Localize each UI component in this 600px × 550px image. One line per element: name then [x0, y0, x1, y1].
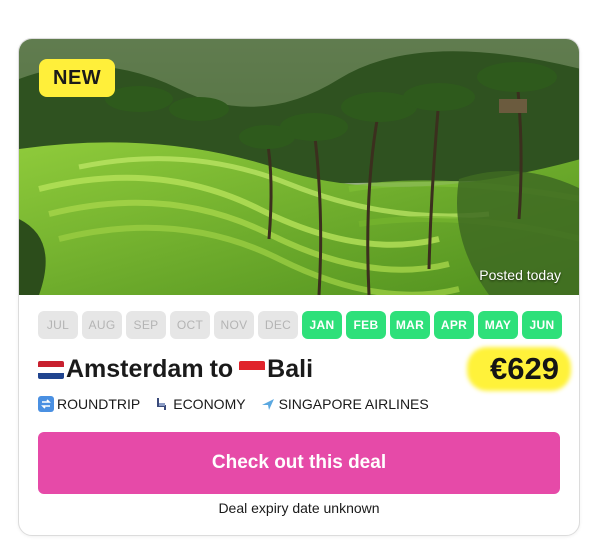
month-chip: NOV: [214, 311, 254, 339]
netherlands-flag-icon: [38, 360, 64, 379]
month-chip-active: JUN: [522, 311, 562, 339]
cabin-class: ECONOMY: [173, 396, 246, 412]
deal-expiry: Deal expiry date unknown: [218, 500, 380, 516]
month-availability: JUL AUG SEP OCT NOV DEC JAN FEB MAR APR …: [38, 311, 562, 339]
new-badge: NEW: [39, 59, 116, 97]
destination-photo: NEW Posted today: [19, 39, 579, 295]
month-chip-active: APR: [434, 311, 474, 339]
month-chip: JUL: [38, 311, 78, 339]
origin-city: Amsterdam: [66, 355, 204, 383]
month-chip: SEP: [126, 311, 166, 339]
month-chip: AUG: [82, 311, 122, 339]
deal-card[interactable]: NEW Posted today JUL AUG SEP OCT NOV DEC…: [18, 38, 580, 536]
deal-price: €629: [490, 351, 559, 386]
destination-city: Bali: [267, 355, 314, 383]
airplane-icon: [260, 396, 276, 412]
month-chip-active: FEB: [346, 311, 386, 339]
month-chip-active: JAN: [302, 311, 342, 339]
posted-date: Posted today: [479, 267, 561, 283]
deal-features: ROUNDTRIP ECONOMY SINGAPORE AIRLINES: [38, 396, 429, 412]
route-connector: to: [209, 355, 234, 383]
month-chip-active: MAY: [478, 311, 518, 339]
month-chip: DEC: [258, 311, 298, 339]
month-chip: OCT: [170, 311, 210, 339]
route-title: Amsterdam to Bali: [38, 355, 313, 384]
seat-icon: [154, 396, 170, 412]
trip-type: ROUNDTRIP: [57, 396, 141, 412]
check-out-deal-button[interactable]: Check out this deal: [38, 432, 560, 494]
roundtrip-icon: [38, 396, 54, 412]
price-highlight: €629: [467, 345, 571, 391]
airline-name: SINGAPORE AIRLINES: [278, 396, 429, 412]
month-chip-active: MAR: [390, 311, 430, 339]
indonesia-flag-icon: [239, 360, 266, 379]
